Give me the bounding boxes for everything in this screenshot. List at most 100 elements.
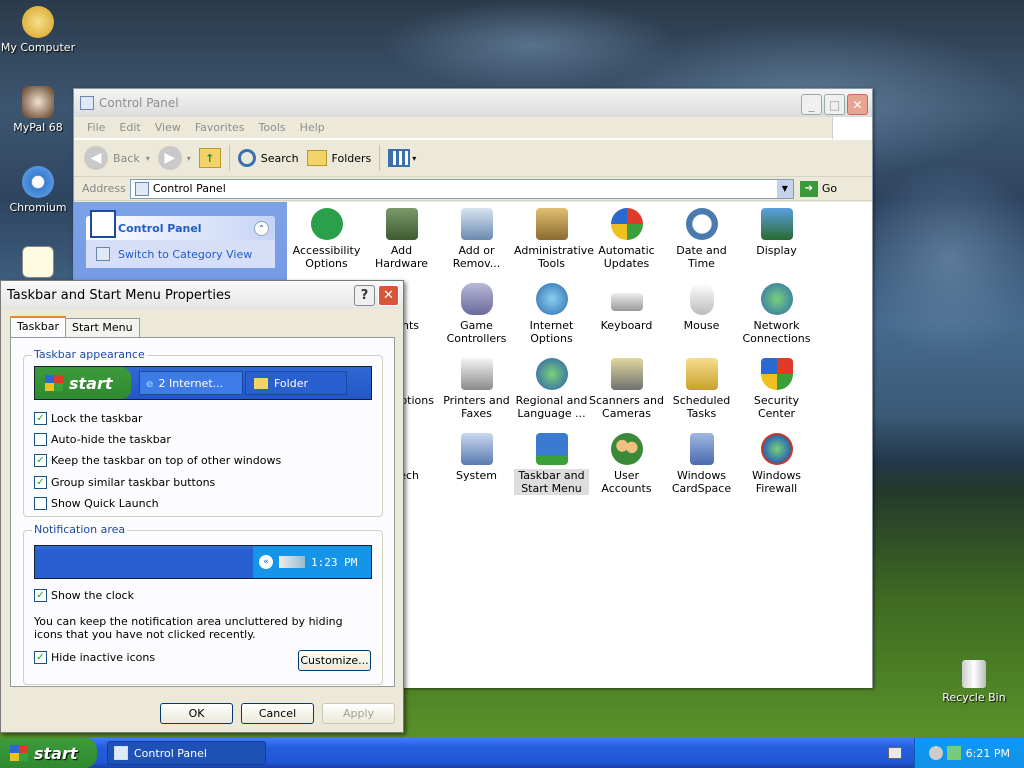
menu-view[interactable]: View bbox=[148, 121, 188, 134]
preview-start-label: start bbox=[69, 373, 113, 393]
forward-button[interactable]: ▶ ▾ bbox=[157, 146, 191, 170]
group-buttons-checkbox[interactable]: ✓ Group similar taskbar buttons bbox=[34, 476, 215, 489]
maximize-button[interactable]: □ bbox=[824, 94, 845, 115]
taskbar-preview: start e 2 Internet... Folder bbox=[34, 366, 372, 400]
window-titlebar[interactable]: Control Panel _ □ ✕ bbox=[74, 89, 872, 117]
item-user-accounts[interactable]: User Accounts bbox=[589, 433, 664, 495]
item-taskbar-and-start-menu[interactable]: Taskbar and Start Menu bbox=[514, 433, 589, 495]
checkbox-checked: ✓ bbox=[34, 454, 47, 467]
internet-options-icon bbox=[535, 283, 568, 315]
taskbar-item-control-panel[interactable]: Control Panel bbox=[107, 741, 266, 765]
close-button[interactable]: ✕ bbox=[847, 94, 868, 115]
item-add-hardware[interactable]: Add Hardware bbox=[364, 208, 439, 270]
menu-help[interactable]: Help bbox=[293, 121, 332, 134]
forward-arrow-icon: ▶ bbox=[157, 146, 182, 170]
tray-network-icon[interactable] bbox=[929, 746, 943, 760]
item-scheduled-tasks[interactable]: Scheduled Tasks bbox=[664, 358, 739, 420]
dialog-titlebar[interactable]: Taskbar and Start Menu Properties ? ✕ bbox=[1, 281, 403, 309]
item-system[interactable]: System bbox=[439, 433, 514, 482]
control-panel-task-box: Control Panel ⌃ Switch to Category View bbox=[86, 210, 275, 268]
tab-taskbar[interactable]: Taskbar bbox=[10, 316, 66, 337]
desktop-icon-label: My Computer bbox=[0, 41, 76, 54]
auto-hide-checkbox[interactable]: Auto-hide the taskbar bbox=[34, 433, 171, 446]
task-box-header[interactable]: Control Panel ⌃ bbox=[86, 210, 275, 240]
hide-inactive-icons-checkbox[interactable]: ✓ Hide inactive icons bbox=[34, 651, 155, 664]
taskbar-clock[interactable]: 6:21 PM bbox=[966, 747, 1010, 760]
desktop-icon-recycle-bin[interactable]: Recycle Bin bbox=[936, 660, 1012, 704]
tray-security-icon[interactable] bbox=[947, 746, 961, 760]
desktop-icon-chromium[interactable]: Chromium bbox=[0, 166, 76, 214]
show-clock-checkbox[interactable]: ✓ Show the clock bbox=[34, 589, 134, 602]
address-input[interactable]: Control Panel ▼ bbox=[129, 178, 794, 199]
menu-file[interactable]: File bbox=[80, 121, 112, 134]
switch-to-category-view-link[interactable]: Switch to Category View bbox=[86, 240, 275, 268]
search-icon bbox=[237, 149, 256, 167]
item-accessibility-options[interactable]: Accessibility Options bbox=[289, 208, 364, 270]
ok-button[interactable]: OK bbox=[160, 703, 233, 724]
back-button[interactable]: ◀ Back ▾ bbox=[84, 146, 150, 170]
item-add-remove-programs[interactable]: Add or Remov... bbox=[439, 208, 514, 270]
mouse-icon bbox=[689, 283, 714, 315]
search-button[interactable]: Search bbox=[237, 149, 299, 167]
desktop-icon-my-computer[interactable]: My Computer bbox=[0, 6, 76, 54]
item-date-and-time[interactable]: Date and Time bbox=[664, 208, 739, 270]
item-security-center[interactable]: Security Center bbox=[739, 358, 814, 420]
quick-launch-checkbox[interactable]: Show Quick Launch bbox=[34, 497, 159, 510]
tray-icons bbox=[279, 556, 305, 568]
item-automatic-updates[interactable]: Automatic Updates bbox=[589, 208, 664, 270]
menu-edit[interactable]: Edit bbox=[112, 121, 147, 134]
item-regional-and-language[interactable]: Regional and Language ... bbox=[514, 358, 589, 420]
preview-folder-button: Folder bbox=[245, 371, 347, 395]
folders-button[interactable]: Folders bbox=[306, 150, 371, 166]
item-scanners-and-cameras[interactable]: Scanners and Cameras bbox=[589, 358, 664, 420]
address-dropdown-icon[interactable]: ▼ bbox=[776, 179, 793, 198]
desktop-icon-shortcut[interactable] bbox=[0, 246, 76, 281]
cancel-button[interactable]: Cancel bbox=[241, 703, 314, 724]
chromium-icon bbox=[22, 166, 54, 198]
item-display[interactable]: Display bbox=[739, 208, 814, 257]
dialog-close-button[interactable]: ✕ bbox=[378, 285, 399, 306]
keyboard-layout-icon[interactable] bbox=[888, 747, 902, 759]
views-button[interactable]: ▾ bbox=[388, 149, 416, 167]
system-icon bbox=[460, 433, 493, 465]
preview-clock: 1:23 PM bbox=[311, 555, 358, 569]
user-accounts-icon bbox=[610, 433, 643, 465]
apply-button[interactable]: Apply bbox=[322, 703, 395, 724]
lock-taskbar-checkbox[interactable]: ✓ Lock the taskbar bbox=[34, 412, 143, 425]
item-internet-options[interactable]: Internet Options bbox=[514, 283, 589, 345]
item-windows-firewall[interactable]: Windows Firewall bbox=[739, 433, 814, 495]
windows-flag-icon bbox=[45, 375, 63, 391]
item-printers-and-faxes[interactable]: Printers and Faxes bbox=[439, 358, 514, 420]
keep-on-top-checkbox[interactable]: ✓ Keep the taskbar on top of other window… bbox=[34, 454, 281, 467]
preview-start-button: start bbox=[35, 367, 131, 399]
display-icon bbox=[760, 208, 793, 240]
item-network-connections[interactable]: Network Connections bbox=[739, 283, 814, 345]
start-button[interactable]: start bbox=[0, 738, 97, 768]
windows-cardspace-icon bbox=[689, 433, 714, 465]
address-bar: Address Control Panel ▼ ➔ Go bbox=[74, 177, 872, 201]
menu-tools[interactable]: Tools bbox=[252, 121, 293, 134]
windows-flag-icon bbox=[10, 745, 28, 761]
taskbar: start Control Panel 6:21 PM bbox=[0, 738, 1024, 768]
item-windows-cardspace[interactable]: Windows CardSpace bbox=[664, 433, 739, 495]
customize-button[interactable]: Customize... bbox=[298, 650, 371, 671]
help-button[interactable]: ? bbox=[354, 285, 375, 306]
item-administrative-tools[interactable]: Administrative Tools bbox=[514, 208, 594, 270]
collapse-icon[interactable]: ⌃ bbox=[254, 220, 269, 236]
taskbar-and-start-menu-icon bbox=[535, 433, 568, 465]
taskbar-appearance-group: Taskbar appearance start e 2 Internet...… bbox=[23, 348, 383, 517]
go-arrow-icon: ➔ bbox=[799, 180, 818, 197]
automatic-updates-icon bbox=[610, 208, 643, 240]
item-keyboard[interactable]: Keyboard bbox=[589, 283, 664, 332]
tab-start-menu[interactable]: Start Menu bbox=[65, 318, 140, 337]
item-game-controllers[interactable]: Game Controllers bbox=[439, 283, 514, 345]
minimize-button[interactable]: _ bbox=[801, 94, 822, 115]
item-mouse[interactable]: Mouse bbox=[664, 283, 739, 332]
menu-favorites[interactable]: Favorites bbox=[188, 121, 252, 134]
up-folder-button[interactable]: ↑ bbox=[198, 148, 221, 168]
folders-icon bbox=[306, 150, 327, 166]
desktop-icon-mypal[interactable]: MyPal 68 bbox=[0, 86, 76, 134]
checkbox-unchecked bbox=[34, 433, 47, 446]
notification-description: You can keep the notification area unclu… bbox=[34, 615, 343, 641]
go-button[interactable]: ➔ Go bbox=[799, 180, 837, 197]
